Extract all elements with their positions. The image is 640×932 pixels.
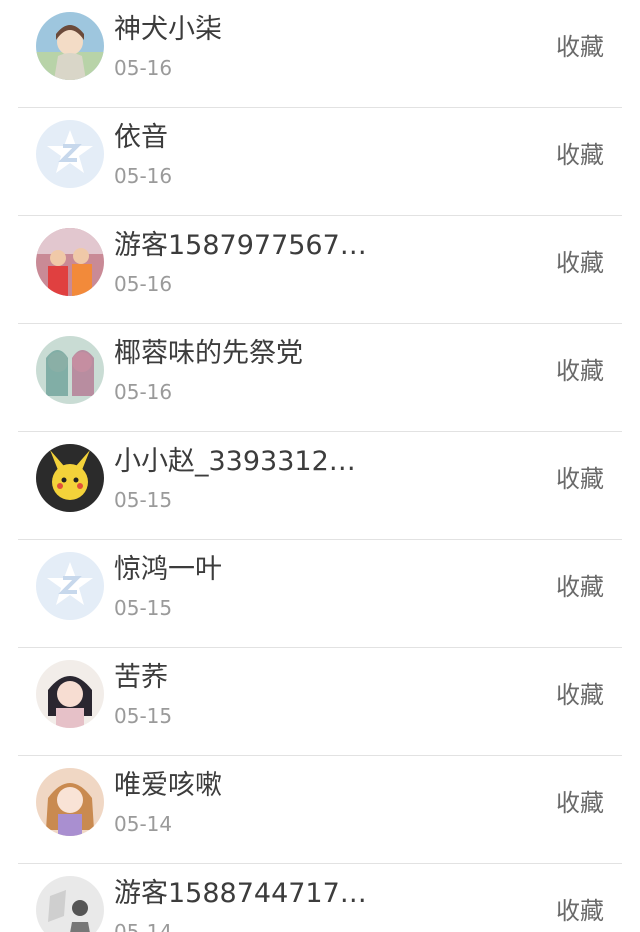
avatar[interactable] (36, 768, 104, 836)
user-name: 惊鸿一叶 (114, 554, 222, 585)
date-label: 05-14 (114, 812, 173, 836)
list-item[interactable]: 唯爱咳嗽 05-14 收藏 (0, 756, 640, 864)
date-label: 05-16 (114, 56, 173, 80)
list-item[interactable]: 神犬小柒 05-16 收藏 (0, 0, 640, 108)
favorite-button[interactable]: 收藏 (556, 246, 604, 280)
avatar[interactable] (36, 552, 104, 620)
list-item[interactable]: 游客1587977567… 05-16 收藏 (0, 216, 640, 324)
default-star-avatar-icon (36, 552, 104, 620)
favorite-button[interactable]: 收藏 (556, 138, 604, 172)
list-item[interactable]: 椰蓉味的先祭党 05-16 收藏 (0, 324, 640, 432)
anime-girl-avatar-icon (36, 768, 104, 836)
date-label: 05-15 (114, 704, 173, 728)
user-name: 游客1588744717… (114, 878, 367, 909)
avatar[interactable] (36, 228, 104, 296)
list-item[interactable]: 惊鸿一叶 05-15 收藏 (0, 540, 640, 648)
date-label: 05-15 (114, 596, 173, 620)
user-name: 神犬小柒 (114, 14, 222, 45)
favorite-button[interactable]: 收藏 (556, 462, 604, 496)
list-item[interactable]: 游客1588744717… 05-14 收藏 (0, 864, 640, 932)
avatar[interactable] (36, 120, 104, 188)
sketch-avatar-icon (36, 876, 104, 932)
default-star-avatar-icon (36, 120, 104, 188)
photo-avatar-icon (36, 228, 104, 296)
avatar[interactable] (36, 12, 104, 80)
date-label: 05-16 (114, 164, 173, 188)
list-item[interactable]: 依音 05-16 收藏 (0, 108, 640, 216)
user-name: 游客1587977567… (114, 230, 367, 261)
avatar[interactable] (36, 444, 104, 512)
favorite-button[interactable]: 收藏 (556, 678, 604, 712)
favorite-button[interactable]: 收藏 (556, 570, 604, 604)
list-item[interactable]: 小小赵_3393312… 05-15 收藏 (0, 432, 640, 540)
user-name: 唯爱咳嗽 (114, 770, 222, 801)
portrait-avatar-icon (36, 660, 104, 728)
avatar[interactable] (36, 336, 104, 404)
user-name: 小小赵_3393312… (114, 446, 356, 477)
anime-pair-avatar-icon (36, 336, 104, 404)
date-label: 05-15 (114, 488, 173, 512)
date-label: 05-16 (114, 272, 173, 296)
avatar[interactable] (36, 660, 104, 728)
avatar[interactable] (36, 876, 104, 932)
user-name: 依音 (114, 122, 168, 153)
favorite-button[interactable]: 收藏 (556, 30, 604, 64)
list-item[interactable]: 苦荞 05-15 收藏 (0, 648, 640, 756)
date-label: 05-16 (114, 380, 173, 404)
pikachu-avatar-icon (36, 444, 104, 512)
user-name: 苦荞 (114, 662, 168, 693)
favorite-button[interactable]: 收藏 (556, 786, 604, 820)
date-label: 05-14 (114, 920, 173, 932)
user-name: 椰蓉味的先祭党 (114, 338, 303, 369)
favorites-user-list: 神犬小柒 05-16 收藏 依音 05-16 收藏 游客1587977567… … (0, 0, 640, 932)
favorite-button[interactable]: 收藏 (556, 354, 604, 388)
favorite-button[interactable]: 收藏 (556, 894, 604, 928)
anime-avatar-icon (36, 12, 104, 80)
